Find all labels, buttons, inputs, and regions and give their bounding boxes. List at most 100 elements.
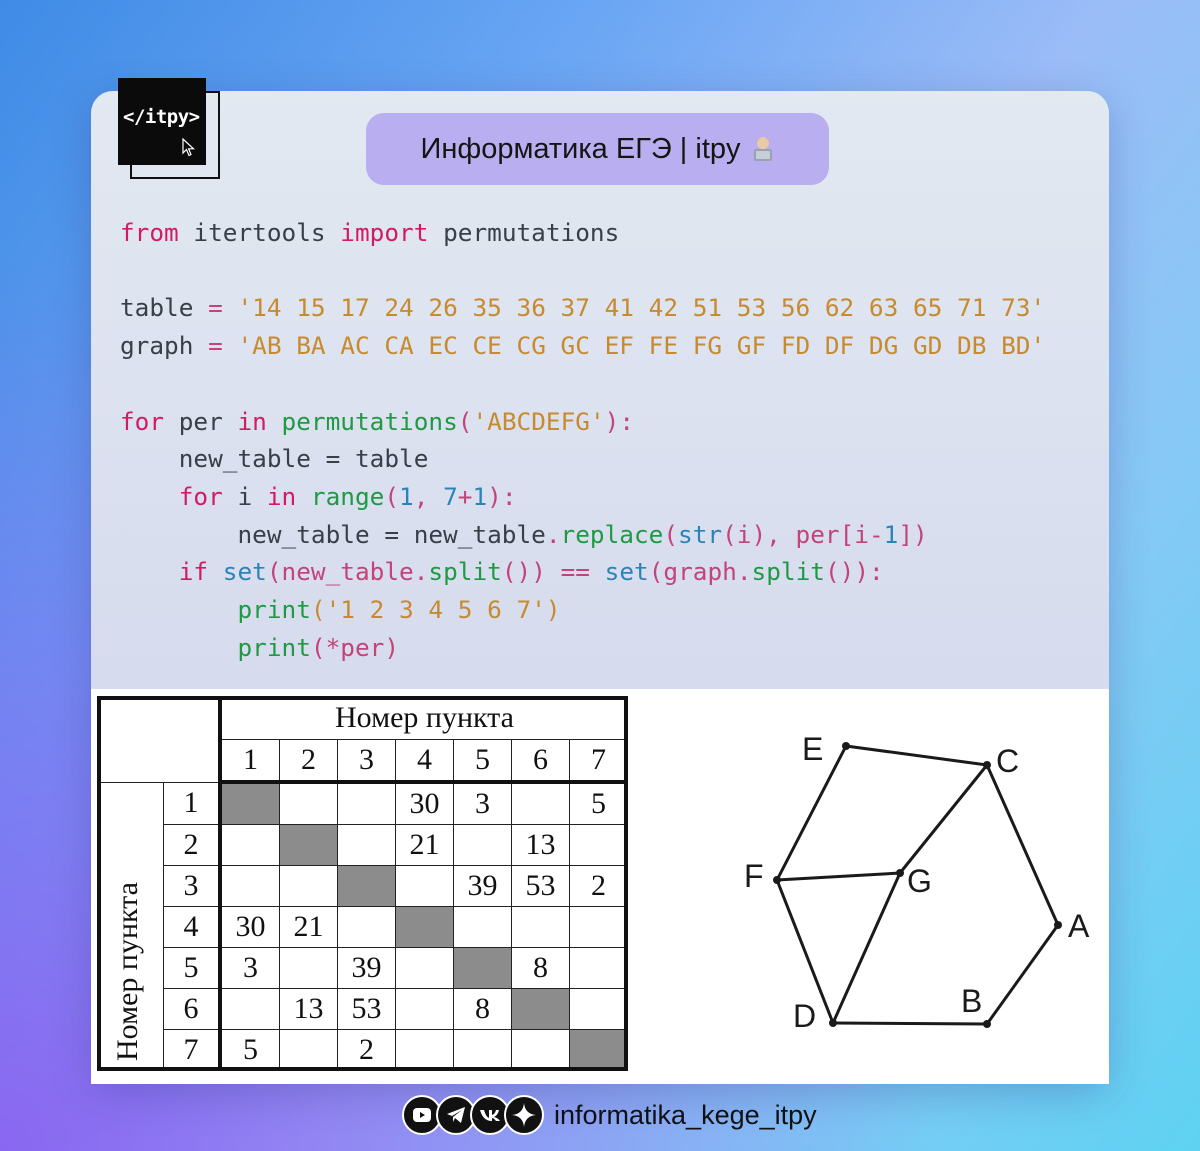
table-cell [395,1029,454,1071]
table-col-header: 1 [219,739,280,784]
code-line-replace: new_table = new_table.replace(str(i), pe… [120,519,928,549]
table-row: 75 2 [98,1029,628,1071]
table-cell [337,824,396,866]
cursor-arrow-icon [182,138,196,157]
table-cell [569,988,628,1030]
person-with-laptop-icon [751,136,775,162]
table-cell: 53 [511,865,570,907]
table-cell [569,906,628,948]
table-cell [569,947,628,989]
table-cell [219,824,280,866]
table-cell [395,947,454,989]
table-col-header: 5 [453,739,512,784]
graph-edge-GD [831,872,902,1024]
table-cell: 21 [279,906,338,948]
table-row-header: 4 [163,906,223,948]
table-cell [279,947,338,989]
table-cell: 39 [337,947,396,989]
table-diagonal-cell [219,781,280,825]
table-row-header: 7 [163,1029,223,1071]
graph-node-label-C: C [996,743,1019,779]
table-row-header: 5 [163,947,223,989]
table-diagonal-cell [395,906,454,948]
table-cell: 5 [569,781,628,825]
graph-node-label-B: B [961,983,982,1019]
table-col-header: 4 [395,739,454,784]
table-cell [511,906,570,948]
table-diagonal-cell [453,947,512,989]
graph-edge-CA [985,764,1060,926]
table-cell [453,906,512,948]
graph-node-label-A: A [1068,908,1090,944]
graph-edge-EC [845,744,988,767]
code-line-graph: graph = 'AB BA AC CA EC CE CG GC EF FE F… [120,331,1046,361]
python-code-block: from itertools import permutations table… [120,214,1045,666]
table-cell [453,824,512,866]
code-line-print-header: print('1 2 3 4 5 6 7') [237,595,561,625]
table-row: 2 21 13 [98,824,628,866]
graph-edge-BA [985,924,1060,1025]
code-line-print-per: print(*per) [237,632,400,662]
table-cell: 39 [453,865,512,907]
table-cell: 2 [337,1029,396,1071]
social-footer: informatika_kege_itpy [402,1093,817,1137]
table-cell [279,865,338,907]
table-row: 5 3 39 8 [98,947,628,989]
table-cell: 3 [219,947,280,989]
logo-text: </itpy> [123,106,200,128]
table-cell: 2 [569,865,628,907]
channel-handle[interactable]: informatika_kege_itpy [554,1100,817,1131]
table-row-header: 6 [163,988,223,1030]
graph-edge-DB [832,1021,988,1026]
code-line-new-table: new_table = table [120,444,429,474]
table-cell [337,781,396,825]
graph-edge-CG [898,764,989,874]
graph-edge-FG [776,871,901,882]
table-row-title: Номер пункта [111,882,144,1061]
table-cell [219,865,280,907]
table-cell: 3 [453,781,512,825]
channel-title-pill: Информатика ЕГЭ | itpy [366,113,829,185]
table-cell [337,906,396,948]
table-corner-cell [97,696,222,783]
table-row-header: 1 [163,781,223,825]
graph-node-A [1054,921,1062,929]
table-row: 3 39 53 2 [98,865,628,907]
code-line-for-i: for i in range(1, 7+1): [178,481,517,511]
graph-node-label-F: F [744,858,764,894]
table-row-header: 3 [163,865,223,907]
table-row-header: 2 [163,824,223,866]
sparkle-icon[interactable] [504,1095,544,1135]
table-cell: 8 [453,988,512,1030]
table-cell [511,781,570,825]
table-cell: 8 [511,947,570,989]
table-col-header: 6 [511,739,570,784]
table-cell [511,1029,570,1071]
table-col-title: Номер пункта [219,696,628,740]
distance-table: Номер пункта 1234567 1 30 3 5 2 21 13 3 39 53 2 4 30… [96,696,628,1071]
graph-node-F [773,876,781,884]
table-cell [453,1029,512,1071]
table-col-header: 7 [569,739,628,784]
graph-node-label-D: D [793,998,816,1034]
code-line-1: from itertools import permutations [120,218,620,247]
table-cell: 21 [395,824,454,866]
table-cell: 53 [337,988,396,1030]
svg-text:Номер пункта: Номер пункта [111,882,144,1061]
table-cell [219,988,280,1030]
graph-node-label-G: G [907,863,932,899]
table-col-header: 3 [337,739,396,784]
graph-node-G [896,869,904,877]
graph-node-C [983,761,991,769]
table-cell: 13 [511,824,570,866]
table-diagonal-cell [279,824,338,866]
table-row: 1 30 3 5 [96,781,628,1071]
code-line-for-per: for per in permutations('ABCDEFG'): [120,406,635,436]
itpy-logo[interactable]: </itpy> [118,78,206,165]
code-line-table: table = '14 15 17 24 26 35 36 37 41 42 5… [120,293,1046,323]
table-row: 4 30 21 [98,906,628,948]
table-cell: 30 [395,781,454,825]
table-diagonal-cell [569,1029,628,1071]
table-col-header: 2 [279,739,338,784]
table-cell [279,1029,338,1071]
